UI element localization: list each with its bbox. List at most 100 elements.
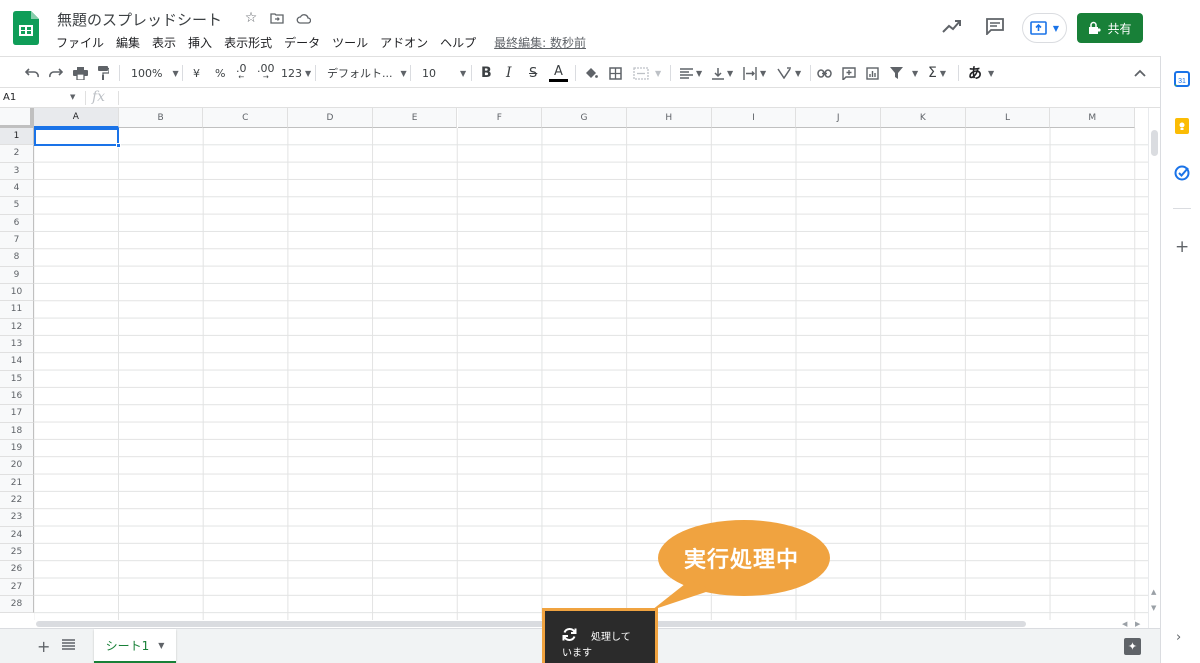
column-header-e[interactable]: E — [372, 108, 458, 128]
row-header-19[interactable]: 19 — [0, 439, 34, 458]
row-header-23[interactable]: 23 — [0, 509, 34, 527]
menu-view[interactable]: 表示 — [152, 34, 182, 51]
redo-icon[interactable] — [49, 57, 63, 89]
row-header-25[interactable]: 25 — [0, 543, 34, 562]
column-header-b[interactable]: B — [118, 108, 204, 128]
more-formats-select[interactable]: 123 ▼ — [281, 57, 311, 89]
cell-area[interactable] — [34, 128, 1148, 620]
column-header-j[interactable]: J — [796, 108, 881, 128]
row-header-12[interactable]: 12 — [0, 318, 34, 336]
row-header-14[interactable]: 14 — [0, 353, 34, 371]
row-header-15[interactable]: 15 — [0, 370, 34, 388]
column-header-a[interactable]: A — [34, 108, 119, 128]
menu-edit[interactable]: 編集 — [116, 34, 146, 51]
row-header-13[interactable]: 13 — [0, 335, 34, 354]
row-header-24[interactable]: 24 — [0, 526, 34, 544]
row-header-26[interactable]: 26 — [0, 561, 34, 579]
text-wrapping-icon[interactable]: ▼ — [743, 57, 766, 89]
row-header-8[interactable]: 8 — [0, 249, 34, 267]
get-addons-icon[interactable]: + — [1175, 237, 1189, 257]
comment-history-icon[interactable] — [985, 17, 1005, 35]
row-header-1[interactable]: 1 — [0, 128, 34, 146]
spreadsheet-grid[interactable]: A B C D E F G H I J K L M 1 2 3 4 5 6 7 8 9 10 11 12 13 14 15 16 17 18… — [0, 108, 1148, 620]
insert-chart-icon[interactable] — [866, 57, 879, 89]
column-header-i[interactable]: I — [711, 108, 797, 128]
menu-data[interactable]: データ — [284, 34, 326, 51]
row-header-3[interactable]: 3 — [0, 162, 34, 180]
horizontal-align-icon[interactable]: ▼ — [680, 57, 702, 89]
borders-icon[interactable] — [609, 57, 622, 89]
menu-addons[interactable]: アドオン — [380, 34, 434, 51]
font-size-select[interactable]: 10 ▼ — [422, 57, 466, 89]
row-header-2[interactable]: 2 — [0, 145, 34, 163]
column-header-g[interactable]: G — [542, 108, 627, 128]
input-tools-button[interactable]: あ ▼ — [968, 57, 994, 89]
insert-link-icon[interactable] — [817, 57, 832, 89]
row-header-21[interactable]: 21 — [0, 474, 34, 492]
print-icon[interactable] — [73, 57, 88, 89]
increase-decimal-button[interactable]: .00 → — [257, 57, 275, 89]
strikethrough-button[interactable]: S — [529, 57, 537, 89]
column-header-m[interactable]: M — [1050, 108, 1136, 128]
paint-format-icon[interactable] — [97, 57, 109, 89]
last-edit-link[interactable]: 最終編集: 数秒前 — [494, 34, 586, 51]
row-header-4[interactable]: 4 — [0, 179, 34, 198]
percent-format-button[interactable]: % — [215, 57, 225, 89]
add-sheet-icon[interactable]: + — [37, 637, 50, 656]
selected-cell-a1[interactable] — [34, 128, 119, 146]
row-header-10[interactable]: 10 — [0, 283, 34, 302]
row-header-22[interactable]: 22 — [0, 491, 34, 510]
italic-button[interactable]: I — [506, 57, 512, 89]
bold-button[interactable]: B — [481, 57, 492, 89]
functions-icon[interactable]: Σ ▼ — [928, 57, 946, 89]
decrease-decimal-button[interactable]: .0 ← — [236, 57, 247, 89]
explore-icon[interactable]: ✦ — [1124, 638, 1141, 655]
scroll-up-icon[interactable]: ▲ — [1151, 588, 1156, 596]
fill-color-icon[interactable] — [584, 57, 598, 89]
menu-help[interactable]: ヘルプ — [440, 34, 482, 51]
present-button[interactable]: ▼ — [1022, 13, 1067, 43]
text-color-button[interactable]: A — [549, 57, 568, 89]
sheets-logo-icon[interactable] — [13, 11, 39, 45]
activity-dashboard-icon[interactable] — [942, 18, 962, 34]
all-sheets-icon[interactable] — [62, 639, 75, 650]
column-header-c[interactable]: C — [203, 108, 289, 128]
font-family-select[interactable]: デフォルト... ▼ — [327, 57, 407, 89]
undo-icon[interactable] — [25, 57, 39, 89]
column-header-l[interactable]: L — [965, 108, 1051, 128]
menu-file[interactable]: ファイル — [56, 34, 110, 51]
name-box[interactable]: A1 — [3, 92, 16, 103]
vertical-align-icon[interactable]: ▼ — [712, 57, 733, 89]
star-icon[interactable]: ☆ — [243, 9, 259, 27]
chevron-right-icon[interactable]: › — [1176, 630, 1181, 645]
row-header-16[interactable]: 16 — [0, 387, 34, 406]
move-folder-icon[interactable] — [269, 9, 285, 27]
row-header-20[interactable]: 20 — [0, 457, 34, 475]
select-all-corner[interactable] — [0, 108, 34, 128]
scroll-down-icon[interactable]: ▼ — [1151, 604, 1156, 612]
row-header-27[interactable]: 27 — [0, 578, 34, 596]
horizontal-scroll-thumb[interactable] — [36, 621, 1026, 627]
calendar-icon[interactable]: 31 — [1174, 71, 1190, 87]
column-header-k[interactable]: K — [881, 108, 966, 128]
merge-cells-icon[interactable]: ▼ — [633, 57, 661, 89]
row-header-17[interactable]: 17 — [0, 405, 34, 423]
row-header-11[interactable]: 11 — [0, 301, 34, 319]
vertical-scroll-thumb[interactable] — [1151, 130, 1158, 156]
row-header-7[interactable]: 7 — [0, 231, 34, 250]
vertical-scrollbar[interactable]: ▲ ▼ — [1148, 108, 1160, 628]
row-header-28[interactable]: 28 — [0, 595, 34, 614]
sheet-tab[interactable]: シート1 ▼ — [94, 629, 176, 663]
fill-handle[interactable] — [116, 143, 121, 148]
row-header-9[interactable]: 9 — [0, 266, 34, 284]
keep-icon[interactable] — [1174, 118, 1190, 134]
column-header-d[interactable]: D — [288, 108, 373, 128]
tasks-icon[interactable] — [1174, 165, 1190, 181]
column-header-h[interactable]: H — [626, 108, 712, 128]
cloud-status-icon[interactable] — [295, 9, 311, 27]
scroll-left-icon[interactable]: ◀ — [1122, 620, 1127, 628]
collapse-menus-icon[interactable] — [1134, 57, 1146, 89]
row-header-5[interactable]: 5 — [0, 197, 34, 215]
menu-format[interactable]: 表示形式 — [224, 34, 278, 51]
filter-icon[interactable]: ▼ — [890, 57, 918, 89]
